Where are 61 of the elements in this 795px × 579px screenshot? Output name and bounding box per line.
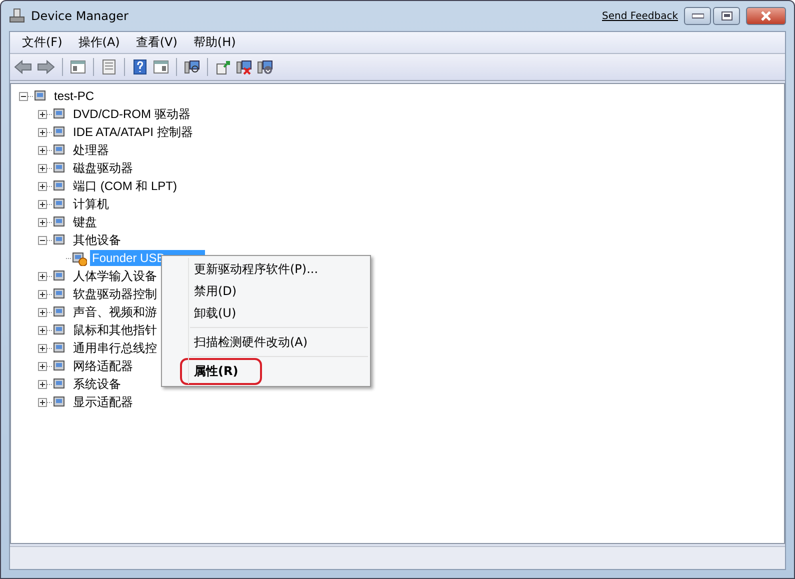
expander-icon[interactable] [38,110,47,118]
pane-icon[interactable] [70,59,86,75]
tree-item[interactable]: 鼠标和其他指针 [71,322,159,338]
expander-icon[interactable] [38,164,47,172]
forward-arrow-icon[interactable] [37,59,55,75]
menu-item[interactable]: 文件(F) [14,34,70,51]
uninstall-icon[interactable] [236,59,252,75]
tree-item[interactable]: 声音、视频和游 [71,304,159,320]
rollback-icon[interactable] [257,59,273,75]
context-menu-item[interactable]: 卸载(U) [194,304,236,322]
expander-icon[interactable] [38,146,47,154]
expander-icon[interactable] [38,218,47,226]
expander-icon[interactable] [38,272,47,280]
tree-item[interactable]: 人体学输入设备 [71,268,159,284]
expander-icon[interactable] [38,326,47,334]
expander-icon[interactable] [38,290,47,298]
back-arrow-icon[interactable] [14,59,32,75]
tree-item[interactable]: test-PC [52,88,96,104]
expander-icon[interactable] [38,308,47,316]
help-icon[interactable] [132,59,148,75]
tree-item[interactable]: 软盘驱动器控制 [71,286,159,302]
tree-item[interactable]: 端口 (COM 和 LPT) [71,178,179,194]
tree-item[interactable]: 磁盘驱动器 [71,160,135,176]
tree-item[interactable]: 键盘 [71,214,99,230]
expander-icon[interactable] [38,380,47,388]
expander-icon[interactable] [38,182,47,190]
maximize-icon [720,11,732,21]
minimize-button[interactable] [684,7,711,25]
tree-item[interactable]: 网络适配器 [71,358,135,374]
expander-icon[interactable] [38,200,47,208]
context-menu-item[interactable]: 禁用(D) [194,282,237,300]
tree-item[interactable]: 其他设备 [71,232,123,248]
update-driver-icon[interactable] [215,59,231,75]
expander-icon[interactable] [38,344,47,352]
close-icon [760,11,772,21]
send-feedback-link[interactable]: Send Feedback [602,10,678,22]
tree-item[interactable]: IDE ATA/ATAPI 控制器 [71,124,195,140]
tree-item[interactable]: 显示适配器 [71,394,135,410]
pane-icon[interactable] [153,59,169,75]
document-icon[interactable] [101,59,117,75]
tree-item[interactable]: DVD/CD-ROM 驱动器 [71,106,192,122]
expander-icon[interactable] [38,128,47,136]
menu-item[interactable]: 帮助(H) [185,34,244,51]
menu-item[interactable]: 查看(V) [128,34,186,51]
maximize-button[interactable] [713,7,740,25]
window-title: Device Manager [31,9,128,23]
menu-item[interactable]: 操作(A) [70,34,128,51]
tree-item[interactable]: 计算机 [71,196,111,212]
close-button[interactable] [746,7,786,25]
tree-item[interactable]: 处理器 [71,142,111,158]
expander-icon[interactable] [38,236,47,244]
computer-icon [9,8,25,24]
expander-icon[interactable] [38,362,47,370]
expander-icon[interactable] [38,398,47,406]
expander-icon[interactable] [19,92,28,100]
context-menu-item[interactable]: 扫描检测硬件改动(A) [194,334,308,350]
tree-item[interactable]: 系统设备 [71,376,123,392]
context-menu-item[interactable]: 属性(R) [180,358,262,384]
monitor-search-icon[interactable] [184,59,200,75]
minimize-icon [692,13,704,19]
tree-item[interactable]: 通用串行总线控 [71,340,159,356]
